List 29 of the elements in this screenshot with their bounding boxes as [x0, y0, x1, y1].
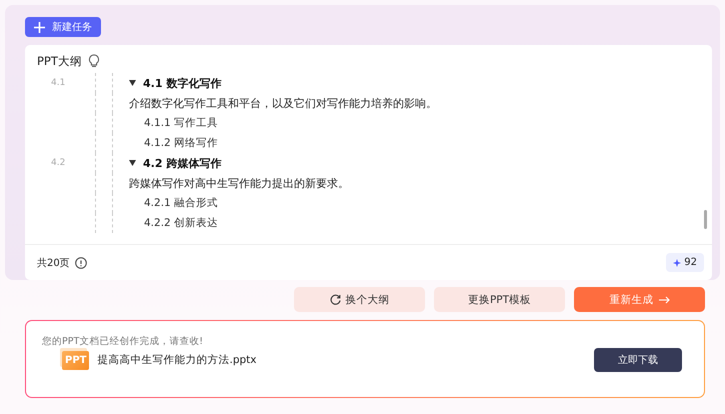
lightbulb-icon[interactable]	[88, 54, 100, 68]
subsection-title[interactable]: 4.1.1 写作工具	[144, 116, 218, 130]
action-button[interactable]: 更换PPT模板	[434, 287, 565, 312]
subsection-title[interactable]: 4.2.2 创新表达	[144, 216, 218, 230]
section-number: 4.1	[51, 78, 66, 88]
section-title[interactable]: 4.1 数字化写作	[143, 76, 222, 90]
collapse-triangle-icon[interactable]	[129, 80, 137, 86]
plus-icon	[34, 22, 45, 32]
ppt-file-icon: PPT	[62, 350, 90, 370]
action-button[interactable]: 换个大纲	[294, 287, 425, 312]
section-description: 介绍数字化写作工具和平台，以及它们对写作能力培养的影响。	[129, 96, 437, 110]
section-description: 跨媒体写作对高中生写作能力提出的新要求。	[129, 176, 349, 190]
subsection-title[interactable]: 4.1.2 网络写作	[144, 136, 218, 150]
info-icon[interactable]	[74, 256, 87, 268]
file-name: 提高高中生写作能力的方法.pptx	[97, 353, 256, 367]
subsection-title[interactable]: 4.2.1 融合形式	[144, 196, 218, 210]
scrollbar[interactable]	[704, 210, 707, 229]
completion-message: 您的PPT文档已经创作完成，请查收!	[42, 335, 204, 348]
outline-title: PPT大纲	[37, 54, 82, 68]
sparkle-icon	[673, 258, 682, 266]
collapse-triangle-icon[interactable]	[129, 160, 137, 166]
download-button[interactable]: 立即下载	[594, 348, 682, 372]
arrow-right-icon	[658, 296, 670, 304]
new-task-button[interactable]: 新建任务	[25, 17, 101, 37]
page-count: 共20页	[37, 256, 70, 270]
section-number: 4.2	[51, 158, 66, 168]
refresh-icon	[330, 294, 340, 305]
section-title[interactable]: 4.2 跨媒体写作	[143, 156, 222, 170]
credits-badge: 92	[666, 253, 704, 272]
